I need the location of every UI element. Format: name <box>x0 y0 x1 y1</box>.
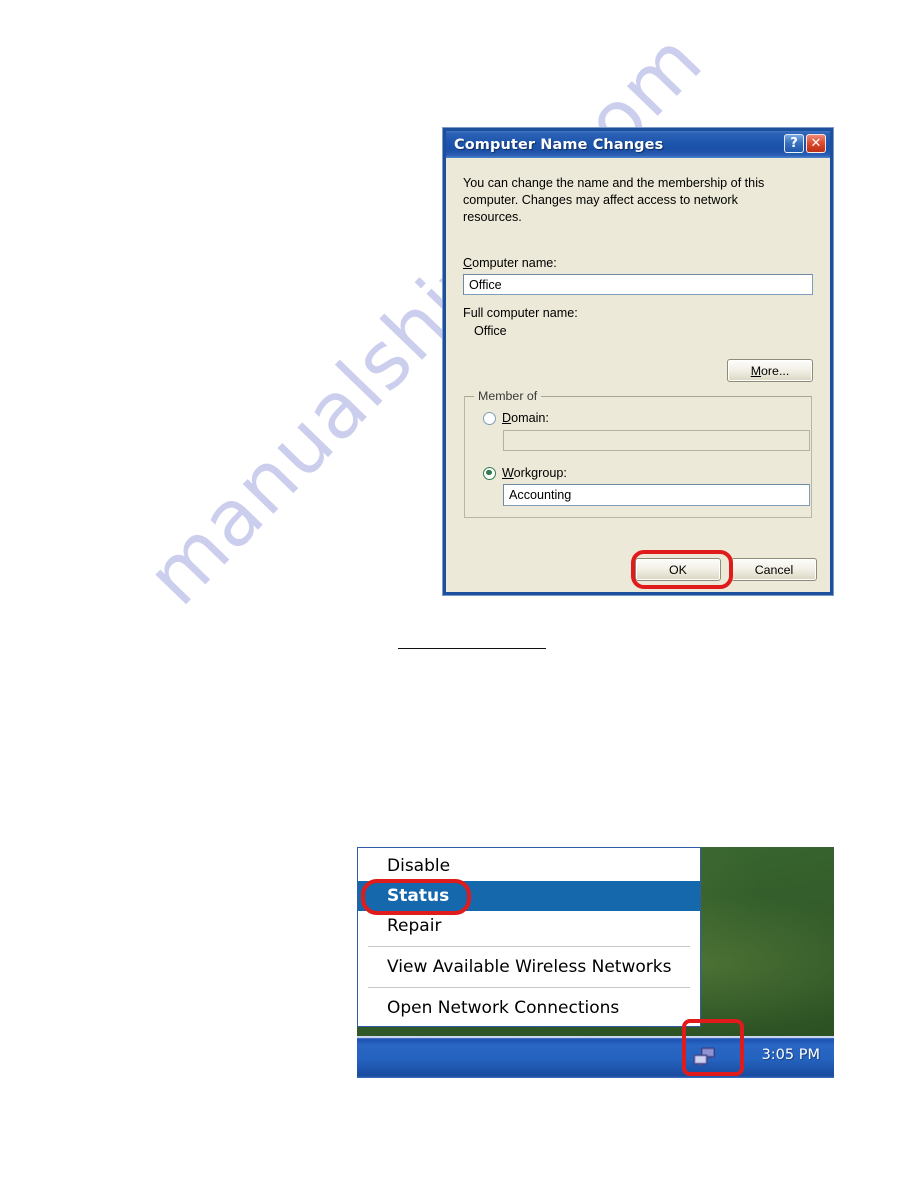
workgroup-radio-row[interactable]: Workgroup: <box>483 466 799 480</box>
menu-item-open-network-connections[interactable]: Open Network Connections <box>358 993 700 1023</box>
domain-label-accel: D <box>502 411 512 426</box>
full-computer-name-value: Office <box>474 324 507 339</box>
dialog-description: You can change the name and the membersh… <box>463 176 765 225</box>
horizontal-rule <box>398 648 546 649</box>
workgroup-label-rest: orkgroup: <box>513 466 567 481</box>
full-computer-name-block: Full computer name: Office <box>463 305 816 341</box>
dialog-button-row: OK Cancel <box>635 558 817 581</box>
menu-separator-1 <box>368 946 690 947</box>
network-context-menu: Disable Status Repair View Available Wir… <box>357 847 701 1027</box>
workgroup-label: Workgroup: <box>502 466 567 480</box>
network-connection-icon[interactable] <box>693 1047 717 1067</box>
network-connection-icon-svg <box>693 1047 715 1066</box>
menu-item-status[interactable]: Status <box>358 881 700 911</box>
workgroup-input[interactable]: Accounting <box>503 484 810 507</box>
close-icon[interactable]: ✕ <box>806 134 826 153</box>
cancel-button[interactable]: Cancel <box>731 558 817 581</box>
dialog-titlebar[interactable]: Computer Name Changes ? ✕ <box>446 131 830 158</box>
domain-label-rest: omain: <box>511 411 549 426</box>
tray-context-menu-screenshot: 3:05 PM Disable Status Repair View Avail… <box>357 847 834 1078</box>
dialog-titlebar-buttons: ? ✕ <box>784 134 826 153</box>
computer-name-input[interactable]: Office <box>463 274 813 296</box>
domain-label: Domain: <box>502 411 549 425</box>
member-of-legend: Member of <box>474 389 542 404</box>
domain-radio-button[interactable] <box>483 411 496 425</box>
dialog-title: Computer Name Changes <box>454 136 664 153</box>
domain-radio-row[interactable]: Domain: <box>483 411 799 425</box>
full-computer-name-label: Full computer name: <box>463 306 578 321</box>
more-button-row: More... <box>460 359 813 383</box>
member-of-groupbox: Member of Domain: Workgroup: Accounting <box>464 389 812 519</box>
more-button[interactable]: More... <box>727 359 813 383</box>
ok-button[interactable]: OK <box>635 558 721 581</box>
computer-name-label-accel: C <box>463 256 473 271</box>
workgroup-radio-button[interactable] <box>483 466 496 480</box>
computer-name-changes-dialog: Computer Name Changes ? ✕ You can change… <box>443 128 833 595</box>
dialog-body: You can change the name and the membersh… <box>446 158 830 592</box>
taskbar: 3:05 PM <box>357 1036 834 1078</box>
menu-item-repair[interactable]: Repair <box>358 911 700 941</box>
menu-item-disable[interactable]: Disable <box>358 851 700 881</box>
computer-name-label: Computer name: <box>463 256 816 270</box>
menu-item-view-available-wireless-networks[interactable]: View Available Wireless Networks <box>358 952 700 982</box>
computer-name-label-rest: omputer name: <box>472 256 557 271</box>
more-button-accel: M <box>750 363 762 378</box>
menu-separator-2 <box>368 987 690 988</box>
taskbar-clock[interactable]: 3:05 PM <box>762 1047 820 1063</box>
workgroup-label-accel: W <box>502 466 514 481</box>
more-button-rest: ore... <box>761 363 790 378</box>
domain-input[interactable] <box>503 430 810 452</box>
help-icon[interactable]: ? <box>784 134 804 153</box>
